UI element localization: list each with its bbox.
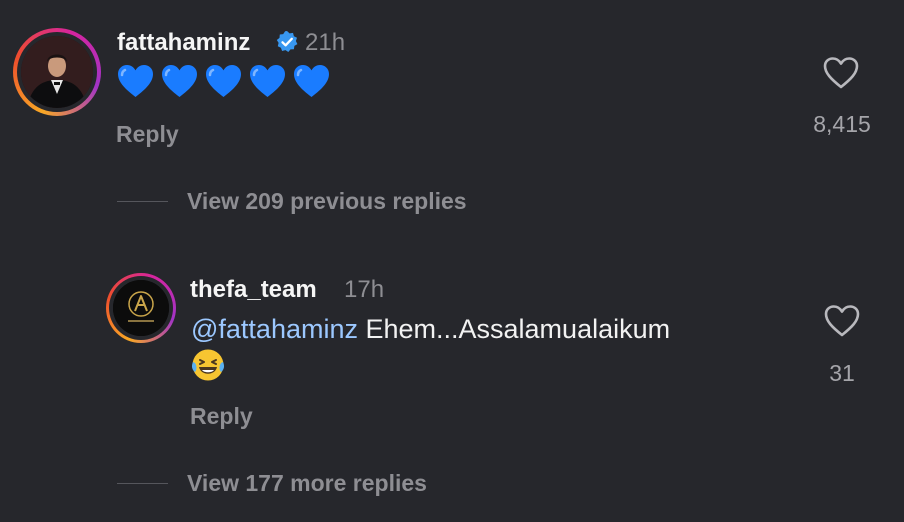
reply-text: @fattahaminz Ehem...Assalamualaikum [191,314,670,345]
comment-time: 21h [305,29,346,56]
avatar[interactable] [21,36,93,108]
reply-avatar[interactable] [113,280,169,336]
blue-heart-icon [250,65,285,97]
heart-outline-icon[interactable] [822,55,860,91]
person-photo-icon [21,36,93,108]
blue-heart-icon [206,65,241,97]
thread-divider [117,483,168,484]
blue-heart-icon [294,65,329,97]
reply-time: 17h [344,276,385,303]
brand-logo-icon [113,280,169,336]
reply-like-count: 31 [829,360,855,386]
comment-username[interactable]: fattahaminz [117,29,250,57]
verified-badge-icon [275,30,299,54]
view-previous-replies-button[interactable]: View 209 previous replies [187,188,467,215]
thread-divider [117,201,168,202]
reply-reply-button[interactable]: Reply [190,403,253,430]
reply-button[interactable]: Reply [116,121,179,148]
blue-heart-icon [162,65,197,97]
blue-heart-icon [118,65,153,97]
like-count: 8,415 [813,111,871,137]
reply-username[interactable]: thefa_team [190,276,317,304]
view-more-replies-button[interactable]: View 177 more replies [187,470,427,497]
mention-link[interactable]: @fattahaminz [191,314,358,344]
laughing-tears-emoji-icon [191,348,225,382]
comment-hearts-emoji [117,64,330,99]
avatar-ring [13,28,101,116]
heart-outline-icon[interactable] [823,303,861,339]
reply-avatar-ring [106,273,176,343]
reply-message: Ehem...Assalamualaikum [357,314,671,344]
